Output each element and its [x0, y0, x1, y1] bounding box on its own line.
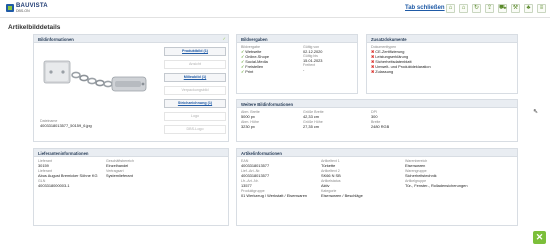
field-value: 01 Werkzeug / Werkstatt / Eisenwaren [241, 193, 308, 198]
field-value: 2480 RGB [371, 124, 390, 129]
lieferanteninformationen-panel: Lieferanteninformationen Lieferant 30159… [33, 148, 229, 226]
artikelinformationen-panel: Artikelinformationen EAN 4003318013577 A… [236, 148, 518, 226]
milieubild-button[interactable]: Milieubild (1) [164, 73, 226, 82]
field-value: Türkette [321, 163, 336, 168]
field-value: Eisenwaren / Beschläge [321, 193, 363, 198]
logo-sub: DBS-ON [16, 9, 30, 13]
field-value: 4003318000003-1 [38, 183, 70, 188]
field-value: 300 [371, 114, 378, 119]
verpackungsbild-button[interactable]: Verpackungsbild [164, 86, 226, 95]
page-title: Artikelbilddetails [8, 24, 61, 31]
check-icon: ✓ [222, 36, 226, 41]
logo-button[interactable]: Logo [164, 112, 226, 121]
bildinformationen-panel: Bildinformationen Dateiname 400331801357… [33, 34, 229, 142]
plant-icon[interactable]: ♣ [524, 4, 533, 13]
field-value: 3230 px [241, 124, 255, 129]
field-value: Tür-, Fenster-, Rolladensicherungen [405, 183, 468, 188]
cross-icon: ✖ [371, 69, 375, 74]
close-tab-link[interactable]: Tab schließen [405, 5, 445, 11]
menu-icon[interactable]: ≡ [537, 4, 546, 13]
bildvergaben-header: Bildvergaben [237, 35, 357, 43]
home-icon[interactable]: ⌂ [446, 4, 455, 13]
bauvista-logo[interactable]: BAUVISTA DBS-ON [6, 3, 48, 15]
ansicht-button[interactable]: Ansicht [164, 60, 226, 69]
field-value: Abus August Bremicker Söhne KG [38, 173, 98, 178]
close-x-button[interactable]: ✕ [533, 231, 546, 244]
field-value: Systemlieferant [106, 173, 133, 178]
field-value: 4003318013577 [241, 163, 270, 168]
bildinformationen-header: Bildinformationen [34, 35, 228, 43]
bildvergaben-panel: Bildvergaben Bildvergabe ✓Webseite ✓Onli… [236, 34, 358, 94]
freitext-value: - [303, 67, 305, 72]
freitext-label: Freitext [303, 63, 315, 67]
top-bar: BAUVISTA DBS-ON Tab schließen ⌂ ⌂ ↻ ⇪ ⛟ … [0, 0, 550, 18]
logo-mark-icon [6, 4, 14, 12]
field-value: Eisenwaren [405, 163, 426, 168]
bildvergabe-item: ✓Print [241, 69, 254, 74]
field-value: 13577 [241, 183, 252, 188]
artikelinformationen-header: Artikelinformationen [237, 149, 517, 157]
field-value: 42,33 cm [303, 114, 320, 119]
export-icon[interactable]: ⇪ [485, 4, 494, 13]
field-value: 30159 [38, 163, 49, 168]
zusatzdokumente-header: Zusatzdokumente [367, 35, 517, 43]
strichzeichnung-button[interactable]: Strichzeichnung (1) [164, 99, 226, 108]
field-value: 4003318013577 [241, 173, 270, 178]
house-icon[interactable]: ⌂ [459, 4, 468, 13]
tools-icon[interactable]: ⚒ [511, 4, 520, 13]
weitere-bildinformationen-panel: Weitere Bildinformationen Abm. Breite 50… [236, 99, 518, 142]
door-chain-image [43, 60, 147, 92]
field-value: SK66 N SB [321, 173, 341, 178]
refresh-icon[interactable]: ↻ [472, 4, 481, 13]
dbs-logo-button[interactable]: DBS-Logo [164, 125, 226, 134]
field-value: Sicherheitstechnik [405, 173, 437, 178]
check-icon: ✓ [241, 69, 245, 74]
dateiname-value: 4003318013577_50159_6.jpg [40, 123, 92, 128]
zusatzdokumente-panel: Zusatzdokumente Dokumenttypen ✖CE-Zertif… [366, 34, 518, 94]
cart-icon[interactable]: ⛟ [498, 4, 507, 13]
produktbild-button[interactable]: Produktbild (1) [164, 47, 226, 56]
field-value: 27,35 cm [303, 124, 320, 129]
field-value: 5000 px [241, 114, 255, 119]
product-image[interactable] [40, 47, 152, 121]
field-value: Aktiv [321, 183, 330, 188]
dokument-item: ✖Zulassung [371, 69, 394, 74]
mouse-cursor-icon: ⇖ [533, 109, 539, 115]
field-value: Einzelhandel [106, 163, 129, 168]
lieferanteninformationen-header: Lieferanteninformationen [34, 149, 228, 157]
weitere-bildinformationen-header: Weitere Bildinformationen [237, 100, 517, 108]
